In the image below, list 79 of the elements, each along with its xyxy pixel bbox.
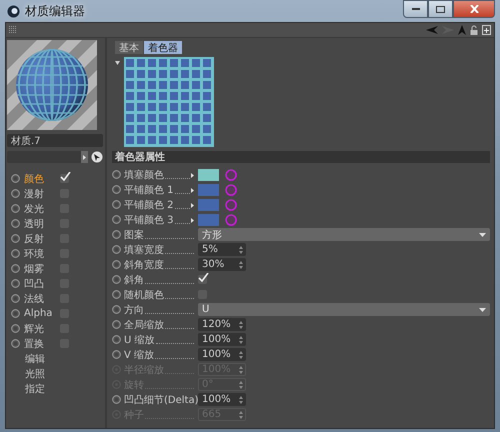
channel-item[interactable]: 环境 bbox=[24, 246, 56, 260]
app-icon bbox=[7, 4, 20, 18]
color-swatch[interactable] bbox=[198, 198, 219, 210]
maximize-button[interactable] bbox=[428, 0, 453, 18]
caret-icon bbox=[479, 232, 486, 236]
color-swatch[interactable] bbox=[198, 168, 219, 180]
arrow-icon[interactable] bbox=[83, 154, 86, 160]
param-label: 填塞宽度 bbox=[124, 244, 164, 256]
dropdown[interactable]: U bbox=[198, 303, 490, 316]
picker-icon[interactable] bbox=[91, 151, 103, 163]
collapse-triangle-icon[interactable] bbox=[115, 61, 120, 65]
param-label: 平铺颜色 2 bbox=[124, 198, 174, 212]
checkbox[interactable] bbox=[198, 275, 207, 284]
number-field[interactable]: 100% bbox=[198, 393, 246, 406]
expand-arrow-icon[interactable] bbox=[191, 188, 194, 192]
param-label: 图案 bbox=[124, 228, 144, 242]
param-label: 方向 bbox=[124, 304, 144, 316]
channel-item[interactable]: 透明 bbox=[24, 216, 56, 230]
expand-arrow-icon[interactable] bbox=[191, 218, 194, 222]
channel-item[interactable]: 颜色 bbox=[24, 172, 56, 186]
section-title: 着色器属性 bbox=[115, 150, 165, 164]
param-label: 斜角 bbox=[124, 274, 144, 286]
channel-item[interactable]: 漫射 bbox=[24, 186, 56, 200]
param-label: 凹凸细节(Delta) bbox=[124, 394, 198, 406]
checkbox[interactable] bbox=[60, 174, 69, 183]
color-swatch[interactable] bbox=[198, 184, 219, 196]
tab[interactable]: 基本 bbox=[115, 41, 143, 54]
channel-item[interactable]: Alpha bbox=[24, 308, 56, 319]
param-label: V 缩放 bbox=[124, 348, 154, 362]
circle-icon[interactable] bbox=[225, 214, 237, 226]
spinner-icon[interactable] bbox=[239, 350, 243, 358]
caret-icon bbox=[479, 308, 486, 312]
channel-item[interactable]: 反射 bbox=[24, 232, 56, 246]
expand-arrow-icon[interactable] bbox=[191, 172, 194, 178]
expand-arrow-icon[interactable] bbox=[191, 202, 194, 208]
spinner-icon[interactable] bbox=[239, 260, 243, 268]
dropdown[interactable]: 方形 bbox=[198, 228, 490, 241]
number-field[interactable]: 5% bbox=[198, 243, 246, 256]
name-field[interactable]: 材质.7 bbox=[7, 134, 103, 147]
circle-icon[interactable] bbox=[225, 168, 237, 180]
channel-item[interactable]: 发光 bbox=[24, 202, 56, 216]
left-arrow-icon[interactable] bbox=[426, 26, 438, 34]
new-window-icon[interactable] bbox=[482, 25, 491, 35]
param-label: 随机颜色 bbox=[124, 288, 164, 302]
color-swatch[interactable] bbox=[198, 214, 219, 226]
number-field[interactable]: 100% bbox=[198, 348, 246, 361]
tab[interactable]: 着色器 bbox=[144, 41, 182, 54]
page-item[interactable]: 指定 bbox=[25, 382, 57, 396]
channel-item[interactable]: 凹凸 bbox=[24, 276, 56, 290]
window-title: 材质编辑器 bbox=[25, 2, 86, 20]
number-field[interactable]: 30% bbox=[198, 258, 246, 271]
minimize-button[interactable] bbox=[403, 0, 428, 18]
param-label: U 缩放 bbox=[124, 334, 154, 346]
close-button[interactable] bbox=[453, 0, 495, 18]
link-field[interactable] bbox=[7, 151, 88, 163]
number-field[interactable]: 100% bbox=[198, 333, 246, 346]
param-label: 全局缩放 bbox=[124, 318, 164, 332]
spinner-icon[interactable] bbox=[239, 246, 243, 254]
up-arrow-icon[interactable] bbox=[458, 25, 466, 35]
circle-icon[interactable] bbox=[225, 198, 237, 210]
maximize-icon[interactable] bbox=[436, 6, 445, 12]
channel-item[interactable]: 置换 bbox=[24, 336, 56, 350]
minimize-icon[interactable] bbox=[412, 8, 420, 10]
lock-icon[interactable] bbox=[470, 25, 478, 35]
circle-icon[interactable] bbox=[225, 184, 237, 196]
number-field[interactable]: 120% bbox=[198, 318, 246, 331]
channel-item[interactable]: 烟雾 bbox=[24, 262, 56, 276]
page-item[interactable]: 编辑 bbox=[25, 352, 57, 366]
param-label: 斜角宽度 bbox=[124, 258, 164, 272]
spinner-icon[interactable] bbox=[239, 320, 243, 328]
close-icon[interactable] bbox=[470, 5, 478, 13]
param-label: 平铺颜色 3 bbox=[124, 214, 174, 226]
spinner-icon[interactable] bbox=[239, 336, 243, 344]
param-label: 平铺颜色 1 bbox=[124, 184, 174, 196]
param-label: 填塞颜色 bbox=[124, 168, 164, 182]
channel-item[interactable]: 辉光 bbox=[24, 322, 56, 336]
channel-item[interactable]: 法线 bbox=[24, 292, 56, 306]
spinner-icon[interactable] bbox=[239, 396, 243, 404]
page-item[interactable]: 光照 bbox=[25, 366, 57, 380]
